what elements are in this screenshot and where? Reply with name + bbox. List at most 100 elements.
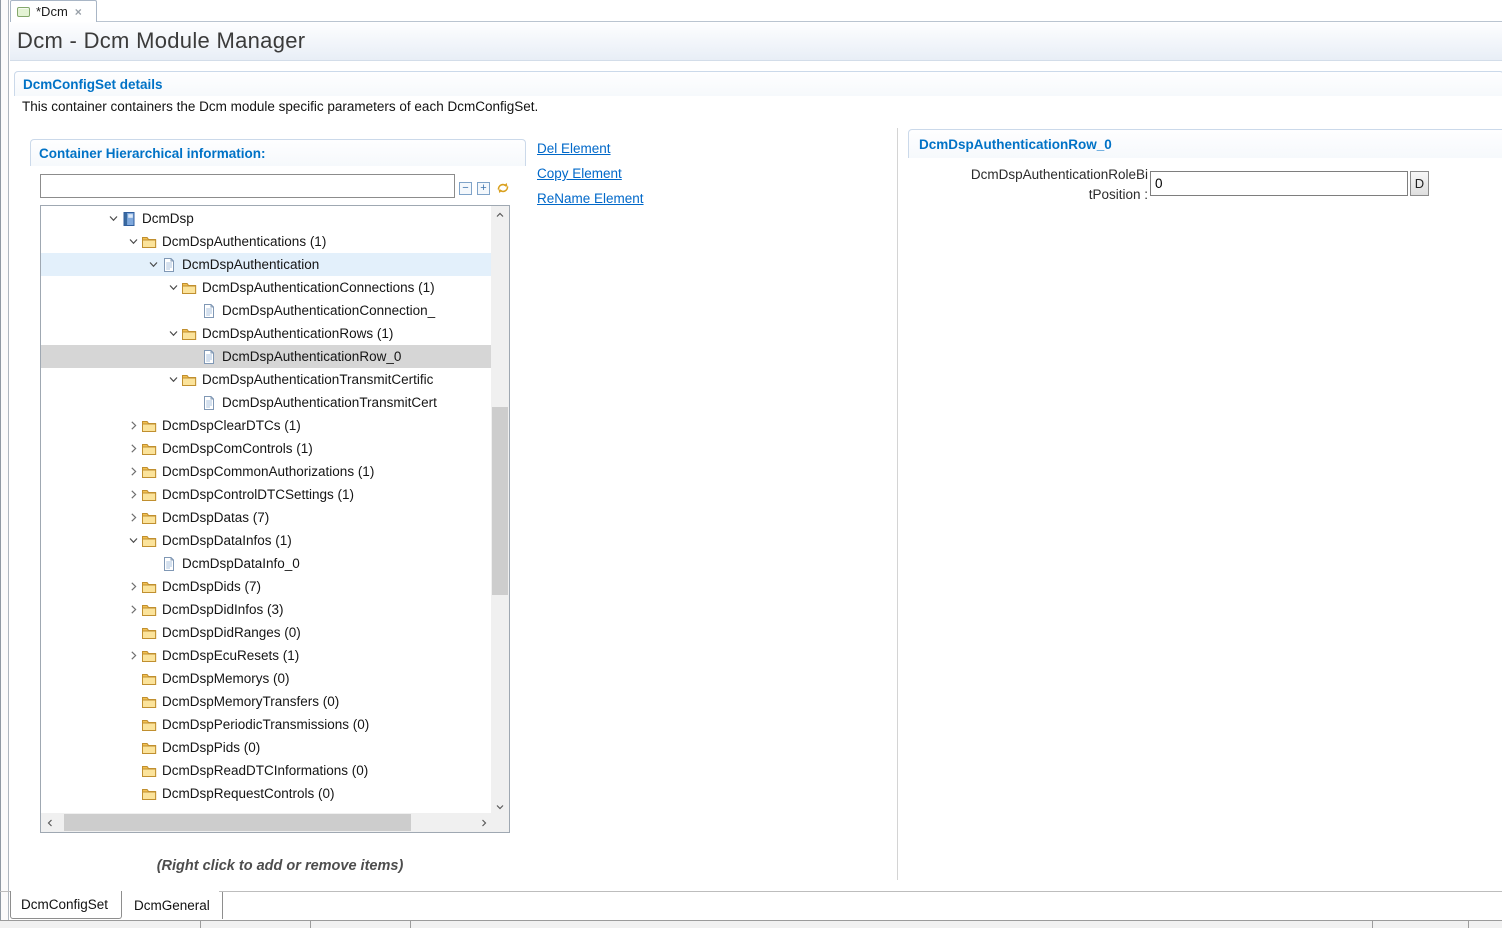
rolebitposition-input[interactable]: [1150, 171, 1408, 196]
tree-row[interactable]: DcmDspAuthenticationConnections (1): [41, 276, 491, 299]
folder-icon: [141, 763, 157, 779]
tree-item-label: DcmDspDatas (7): [162, 510, 269, 525]
rename-element-link[interactable]: ReName Element: [537, 190, 644, 207]
folder-icon: [141, 510, 157, 526]
folder-icon: [141, 533, 157, 549]
tree-row[interactable]: DcmDspMemoryTransfers (0): [41, 690, 491, 713]
vertical-scrollbar-thumb[interactable]: [492, 407, 508, 595]
tree-row[interactable]: DcmDspAuthenticationTransmitCertific: [41, 368, 491, 391]
tree-row[interactable]: DcmDspDids (7): [41, 575, 491, 598]
tree-row[interactable]: DcmDspDataInfo_0: [41, 552, 491, 575]
tree-hint-text: (Right click to add or remove items): [30, 858, 530, 874]
tree-item-label: DcmDspAuthenticationTransmitCertific: [202, 372, 433, 387]
tree-item-label: DcmDspMemorys (0): [162, 671, 290, 686]
tree-row[interactable]: DcmDspRequestControls (0): [41, 782, 491, 805]
expander-expanded-icon[interactable]: [125, 234, 141, 250]
tree-item-label: DcmDspRequestControls (0): [162, 786, 335, 801]
tree-row[interactable]: DcmDspPids (0): [41, 736, 491, 759]
expander-expanded-icon[interactable]: [165, 372, 181, 388]
expander-spacer: [185, 395, 201, 411]
tree-row[interactable]: DcmDspDatas (7): [41, 506, 491, 529]
container-tree: DcmDspDcmDspAuthentications (1)DcmDspAut…: [40, 205, 510, 833]
default-value-button[interactable]: D: [1410, 171, 1429, 196]
folder-icon: [141, 234, 157, 250]
expander-collapsed-icon[interactable]: [125, 602, 141, 618]
left-sash[interactable]: [0, 0, 9, 920]
tree-row[interactable]: DcmDspEcuResets (1): [41, 644, 491, 667]
tree-item-label: DcmDspEcuResets (1): [162, 648, 299, 663]
tree-row[interactable]: DcmDspCommonAuthorizations (1): [41, 460, 491, 483]
tree-item-label: DcmDspMemoryTransfers (0): [162, 694, 339, 709]
expander-collapsed-icon[interactable]: [125, 648, 141, 664]
tree-row[interactable]: DcmDspControlDTCSettings (1): [41, 483, 491, 506]
doc-icon: [201, 349, 217, 365]
collapse-all-icon[interactable]: −: [459, 182, 472, 195]
editor-file-icon: [17, 7, 30, 17]
folder-icon: [181, 326, 197, 342]
folder-icon: [141, 717, 157, 733]
tree-row[interactable]: DcmDspAuthenticationConnection_: [41, 299, 491, 322]
tree-item-label: DcmDspAuthenticationTransmitCert: [222, 395, 437, 410]
expander-spacer: [125, 625, 141, 641]
expander-collapsed-icon[interactable]: [125, 579, 141, 595]
expander-collapsed-icon[interactable]: [125, 487, 141, 503]
doc-icon: [161, 556, 177, 572]
expand-all-icon[interactable]: +: [477, 182, 490, 195]
expander-expanded-icon[interactable]: [105, 211, 121, 227]
bottom-tab-dcmconfigset[interactable]: DcmConfigSet: [10, 891, 122, 919]
element-actions: Del Element Copy Element ReName Element: [537, 140, 644, 207]
tree-item-label: DcmDspClearDTCs (1): [162, 418, 301, 433]
expander-spacer: [125, 671, 141, 687]
expander-collapsed-icon[interactable]: [125, 464, 141, 480]
expander-expanded-icon[interactable]: [165, 280, 181, 296]
expander-spacer: [185, 349, 201, 365]
expander-expanded-icon[interactable]: [165, 326, 181, 342]
tree-filter-input[interactable]: [40, 174, 455, 198]
scroll-left-icon[interactable]: [41, 813, 58, 832]
tree-row[interactable]: DcmDspReadDTCInformations (0): [41, 759, 491, 782]
tree-row[interactable]: DcmDspDidRanges (0): [41, 621, 491, 644]
expander-spacer: [125, 763, 141, 779]
expander-spacer: [125, 694, 141, 710]
expander-expanded-icon[interactable]: [125, 533, 141, 549]
folder-icon: [141, 602, 157, 618]
tree-row[interactable]: DcmDspClearDTCs (1): [41, 414, 491, 437]
refresh-icon[interactable]: [495, 180, 511, 196]
bottom-tab-dcmgeneral[interactable]: DcmGeneral: [122, 892, 223, 919]
expander-expanded-icon[interactable]: [145, 257, 161, 273]
folder-icon: [141, 487, 157, 503]
tree-row[interactable]: DcmDspDidInfos (3): [41, 598, 491, 621]
tree-row[interactable]: DcmDspAuthentications (1): [41, 230, 491, 253]
details-section-title: DcmDspAuthenticationRow_0: [919, 137, 1112, 152]
folder-icon: [141, 625, 157, 641]
tree-row[interactable]: DcmDspPeriodicTransmissions (0): [41, 713, 491, 736]
horizontal-scrollbar-thumb[interactable]: [64, 814, 411, 831]
tree-row[interactable]: DcmDsp: [41, 207, 491, 230]
copy-element-link[interactable]: Copy Element: [537, 165, 644, 182]
tree-row[interactable]: DcmDspMemorys (0): [41, 667, 491, 690]
tree-row[interactable]: DcmDspAuthenticationRow_0: [41, 345, 491, 368]
expander-spacer: [125, 717, 141, 733]
tree-row[interactable]: DcmDspAuthentication: [41, 253, 491, 276]
tree-rows: DcmDspDcmDspAuthentications (1)DcmDspAut…: [41, 207, 491, 805]
tree-row[interactable]: DcmDspAuthenticationRows (1): [41, 322, 491, 345]
tree-row[interactable]: DcmDspAuthenticationTransmitCert: [41, 391, 491, 414]
tree-section-header: Container Hierarchical information:: [30, 139, 526, 166]
expander-collapsed-icon[interactable]: [125, 510, 141, 526]
expander-collapsed-icon[interactable]: [125, 418, 141, 434]
tree-item-label: DcmDsp: [142, 211, 194, 226]
tab-close-icon[interactable]: ×: [75, 6, 82, 18]
tree-item-label: DcmDspReadDTCInformations (0): [162, 763, 368, 778]
tree-row[interactable]: DcmDspDataInfos (1): [41, 529, 491, 552]
expander-collapsed-icon[interactable]: [125, 441, 141, 457]
scroll-up-icon[interactable]: [491, 206, 509, 223]
tree-item-label: DcmDspAuthenticationConnections (1): [202, 280, 435, 295]
scroll-right-icon[interactable]: [475, 813, 492, 832]
folder-icon: [141, 671, 157, 687]
tree-item-label: DcmDspDidInfos (3): [162, 602, 284, 617]
tree-row[interactable]: DcmDspComControls (1): [41, 437, 491, 460]
editor-tab-dcm[interactable]: *Dcm ×: [10, 0, 97, 22]
expander-spacer: [125, 740, 141, 756]
del-element-link[interactable]: Del Element: [537, 140, 644, 157]
tree-item-label: DcmDspPids (0): [162, 740, 260, 755]
